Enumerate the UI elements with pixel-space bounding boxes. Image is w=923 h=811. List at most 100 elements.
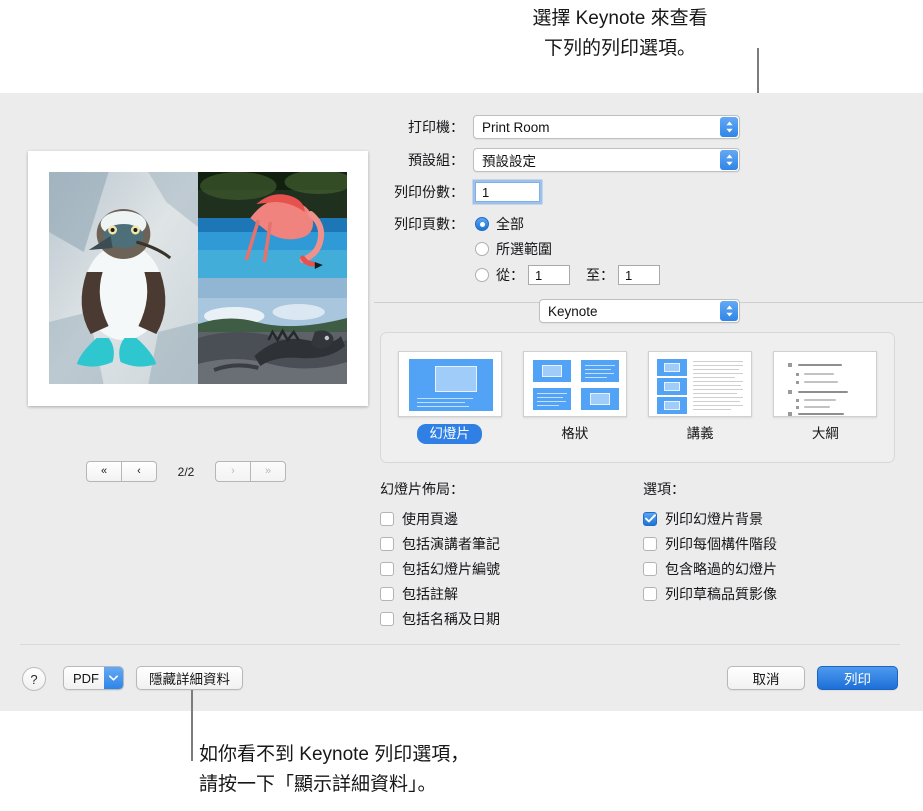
checkbox-label: 包括幻燈片編號 (402, 560, 500, 577)
pages-radio-all[interactable]: 全部 (475, 214, 524, 234)
checkbox-label: 列印草稿品質影像 (665, 585, 777, 602)
radio-all-indicator (475, 217, 489, 231)
checkbox-include-presenter-notes[interactable]: 包括演講者筆記 (380, 531, 640, 556)
pages-row-selection: 所選範圍 (475, 239, 552, 259)
module-row: Keynote (539, 299, 740, 323)
checkbox-indicator (380, 586, 394, 601)
layout-thumb-handout (648, 351, 753, 417)
checkbox-indicator (643, 561, 657, 576)
checkbox-indicator (380, 561, 394, 576)
preview-page-navigation: « ‹ 2/2 › » (0, 461, 372, 482)
callout-bottom-leader-vertical (191, 690, 193, 761)
print-dialog: « ‹ 2/2 › » 打印機： Print Room 預設組： 預設設定 列印… (0, 93, 923, 711)
chevron-updown-icon[interactable] (720, 301, 738, 321)
callout-bottom-text: 如你看不到 Keynote 列印選項， 請按一下「顯示詳細資料」。 (199, 744, 470, 795)
callout-top-text: 選擇 Keynote 來查看 下列的列印選項。 (532, 8, 708, 59)
hide-details-button[interactable]: 隱藏詳細資料 (136, 666, 243, 690)
checkbox-include-name-and-date[interactable]: 包括名稱及日期 (380, 606, 640, 631)
radio-range-indicator (475, 268, 489, 282)
first-page-button[interactable]: « (86, 461, 122, 482)
options-title: 選項： (643, 481, 685, 497)
pages-all-label: 全部 (496, 216, 524, 232)
chevron-updown-icon[interactable] (720, 150, 738, 170)
presets-row: 預設組： 預設設定 (372, 148, 740, 172)
previous-page-button[interactable]: ‹ (122, 461, 157, 482)
checkbox-indicator (643, 586, 657, 601)
checkbox-label: 使用頁邊 (402, 510, 458, 527)
photo-flamingo (198, 172, 347, 278)
photo-marine-iguana (198, 278, 347, 384)
copies-input[interactable]: 1 (475, 182, 540, 202)
layout-option-slide[interactable]: 幻燈片 (387, 351, 512, 444)
checkbox-print-each-build-stage[interactable]: 列印每個構件階段 (643, 531, 893, 556)
checkbox-label: 包含略過的幻燈片 (665, 560, 777, 577)
chevron-down-icon (104, 667, 123, 689)
layout-chooser: 幻燈片 格狀 講義 大綱 (380, 332, 895, 463)
pages-radio-range[interactable]: 從： (475, 265, 524, 285)
checkbox-include-comments[interactable]: 包括註解 (380, 581, 640, 606)
presets-label: 預設組： (408, 152, 464, 168)
checkbox-label: 包括名稱及日期 (402, 610, 500, 627)
help-button[interactable]: ? (22, 667, 46, 691)
checkbox-include-slide-numbers[interactable]: 包括幻燈片編號 (380, 556, 640, 581)
checkbox-label: 列印幻燈片背景 (665, 510, 763, 527)
cancel-button[interactable]: 取消 (727, 666, 805, 690)
pdf-menu-button[interactable]: PDF (63, 666, 124, 690)
pdf-label: PDF (73, 670, 99, 686)
print-module-select[interactable]: Keynote (539, 299, 740, 323)
checkbox-indicator (380, 536, 394, 551)
checkbox-indicator (643, 536, 657, 551)
copies-label: 列印份數： (394, 184, 464, 200)
slide-layout-group: 幻燈片佈局： 使用頁邊 包括演講者筆記 包括幻燈片編號 包括註解 包括名稱及日期 (380, 479, 640, 631)
page-indicator: 2/2 (177, 464, 195, 479)
pages-to-label: 至： (586, 267, 614, 283)
print-button[interactable]: 列印 (817, 666, 898, 690)
radio-selection-indicator (475, 242, 489, 256)
layout-label-handout: 講義 (686, 426, 714, 441)
layout-option-handout[interactable]: 講義 (638, 351, 763, 444)
printer-label: 打印機： (408, 119, 464, 135)
last-page-button[interactable]: » (251, 461, 286, 482)
layout-option-grid[interactable]: 格狀 (512, 351, 637, 444)
pages-to-input[interactable]: 1 (618, 265, 660, 285)
dialog-bottom-bar: ? PDF 隱藏詳細資料 取消 列印 (0, 659, 923, 699)
preview-photo-collage (49, 172, 347, 384)
checkbox-include-skipped-slides[interactable]: 包含略過的幻燈片 (643, 556, 893, 581)
layout-label-slide: 幻燈片 (417, 424, 482, 444)
pages-from-input[interactable]: 1 (528, 265, 570, 285)
checkbox-print-draft-quality-images[interactable]: 列印草稿品質影像 (643, 581, 893, 606)
nav-group-back: « ‹ (86, 461, 157, 482)
checkbox-use-page-margins[interactable]: 使用頁邊 (380, 506, 640, 531)
slide-layout-title: 幻燈片佈局： (380, 481, 464, 497)
bottom-divider (20, 644, 900, 645)
presets-value: 預設設定 (482, 154, 536, 169)
pages-selection-label: 所選範圍 (496, 241, 552, 257)
pages-row-all: 列印頁數： 全部 (372, 214, 524, 234)
printer-select[interactable]: Print Room (473, 115, 740, 139)
checkbox-indicator (380, 611, 394, 626)
checkbox-print-slide-backgrounds[interactable]: 列印幻燈片背景 (643, 506, 893, 531)
checkbox-label: 包括註解 (402, 585, 458, 602)
screenshot-root: 選擇 Keynote 來查看 下列的列印選項。 « ‹ 2/2 › » 打印機：… (0, 0, 923, 811)
printer-value: Print Room (482, 119, 550, 135)
layout-label-outline: 大綱 (811, 426, 839, 441)
checkbox-indicator (643, 511, 657, 526)
chevron-updown-icon[interactable] (720, 117, 738, 137)
options-group: 選項： 列印幻燈片背景 列印每個構件階段 包含略過的幻燈片 列印草稿品質影像 (643, 479, 893, 606)
print-settings-pane: 打印機： Print Room 預設組： 預設設定 列印份數： 1 列印頁數： … (372, 93, 923, 627)
presets-select[interactable]: 預設設定 (473, 148, 740, 172)
pages-radio-selection[interactable]: 所選範圍 (475, 239, 552, 259)
pages-label: 列印頁數： (394, 216, 464, 232)
layout-label-grid: 格狀 (561, 426, 589, 441)
pages-row-range: 從： 1 至： 1 (475, 265, 660, 285)
layout-thumb-outline (773, 351, 878, 417)
checkbox-label: 列印每個構件階段 (665, 535, 777, 552)
copies-row: 列印份數： 1 (372, 182, 540, 202)
layout-thumb-slide (397, 351, 502, 417)
photo-blue-footed-booby (49, 172, 198, 384)
layout-option-outline[interactable]: 大綱 (763, 351, 888, 444)
checkbox-indicator (380, 511, 394, 526)
printer-row: 打印機： Print Room (372, 115, 740, 139)
next-page-button[interactable]: › (215, 461, 251, 482)
print-module-value: Keynote (548, 303, 598, 319)
